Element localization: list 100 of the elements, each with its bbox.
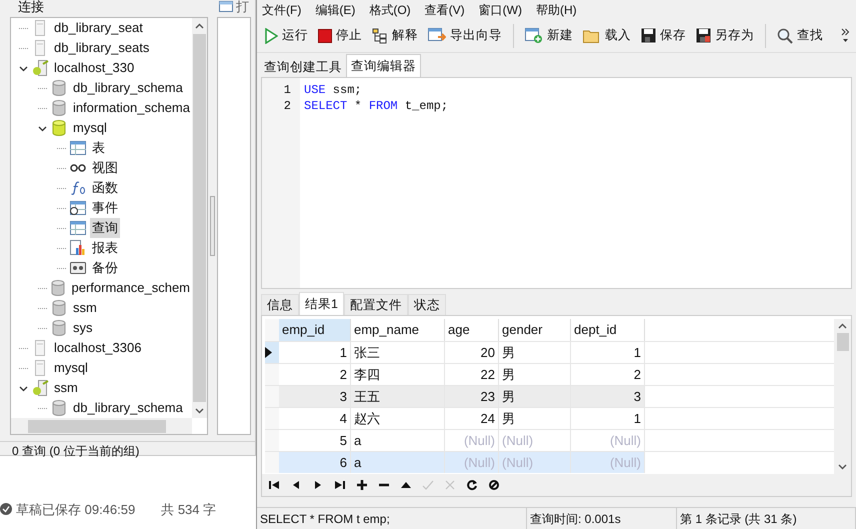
line-number: 2 [282,98,292,114]
table-cell: 张三 [351,342,445,363]
query-icon [70,221,86,235]
report-icon [70,240,86,256]
tree-item[interactable]: localhost_3306 [52,338,144,358]
menu-item[interactable]: 查看(V) [424,0,465,18]
last-record-icon[interactable] [334,479,346,492]
table-cell: 4 [279,408,351,429]
database-icon [52,300,66,316]
tree-item[interactable]: 表 [90,138,107,158]
vertical-scrollbar[interactable] [834,319,851,474]
tree-item[interactable]: db_library_seats [52,38,152,58]
tree-item[interactable]: 视图 [90,158,120,178]
table-cell: 23 [445,386,499,407]
toolbar-button[interactable]: 停止 [317,24,363,48]
new-table-icon [525,28,543,44]
table-cell: 男 [499,364,571,385]
tree-item[interactable]: localhost_330 [52,58,136,78]
server-icon [35,40,45,56]
toolbar-button[interactable]: 载入 [582,24,632,48]
tree-item[interactable]: ssm [52,378,80,398]
table-cell: 男 [499,342,571,363]
tab[interactable]: 信息 [261,294,299,315]
table-cell: 王五 [351,386,445,407]
tree-diagram-icon [372,28,388,44]
scroll-down-icon[interactable] [195,408,204,414]
tab[interactable]: 配置文件 [344,294,408,315]
scroll-down-icon[interactable] [838,464,847,470]
toolbar-button[interactable]: 导出向导 [427,24,503,48]
menu-item[interactable]: 帮助(H) [536,0,577,18]
server-icon [31,60,49,76]
tree-item[interactable]: ssm [71,298,99,318]
menu-item[interactable]: 文件(F) [262,0,302,18]
tab[interactable]: 结果1 [299,292,344,315]
database-icon [52,120,66,136]
table-row[interactable]: 3 王五 23 男 3 [279,386,645,407]
current-row-icon [265,347,272,358]
tree-item[interactable]: information_schema [70,98,192,118]
status-text: 第 1 条记录 (共 31 条) [677,508,856,529]
tree-item[interactable]: sys [71,318,94,338]
stop-icon [318,28,332,42]
menu-item[interactable]: 窗口(W) [478,0,522,18]
database-icon [52,400,66,416]
toolbar-button[interactable]: 运行 [263,24,309,48]
tree-item[interactable]: 报表 [90,238,120,258]
toolbar-button[interactable]: 查找 [776,24,824,48]
horizontal-scrollbar[interactable] [11,418,192,434]
column-header[interactable]: emp_id [279,319,351,341]
scroll-up-icon[interactable] [195,22,204,28]
tree-item[interactable]: db_library_schema [71,398,185,418]
tree-item[interactable]: 函数 [90,178,120,198]
tree-item[interactable]: 事件 [90,198,120,218]
scrollbar-thumb[interactable] [193,34,206,402]
tree-item[interactable]: 备份 [90,258,120,278]
refresh-icon[interactable] [466,479,478,492]
collapse-icon[interactable] [38,124,47,132]
tree-item[interactable]: performance_schem [70,278,192,298]
splitter-handle[interactable] [210,196,215,256]
row-header[interactable] [265,342,279,363]
table-cell: 2 [279,364,351,385]
header-corner [265,319,279,341]
toolbar-button[interactable]: 另存为 [695,24,755,48]
collapse-icon[interactable] [19,64,28,72]
status-text: 0 查询 (0 位于当前的组) [12,443,140,460]
table-cell: 1 [571,342,645,363]
table-cell: 1 [279,342,351,363]
collapse-icon[interactable] [19,384,28,392]
glasses-icon [70,164,86,172]
scroll-up-icon[interactable] [838,323,847,329]
server-icon [35,360,45,376]
toolbar-overflow-icon[interactable] [841,28,850,44]
tree-item[interactable]: mysql [71,118,109,138]
tab[interactable]: 状态 [408,294,446,315]
tree-item[interactable]: db_library_schema [71,78,185,98]
tree-item[interactable]: 查询 [90,218,120,238]
tree-item[interactable]: db_library_seat [52,18,145,38]
database-icon [52,320,66,336]
stop-icon[interactable] [488,479,500,492]
table-cell: 男 [499,386,571,407]
table-icon [70,141,86,155]
tree-item[interactable]: mysql [52,358,90,378]
toolbar-button[interactable]: 保存 [640,24,687,48]
menu-item[interactable]: 格式(O) [369,0,411,18]
table-cell: 李四 [351,364,445,385]
vertical-scrollbar[interactable] [192,18,207,418]
database-icon [52,80,66,96]
tab[interactable]: 查询创建工具 [260,57,346,77]
tab-label[interactable]: 打 [236,0,249,13]
status-text: 查询时间: 0.001s [527,508,677,529]
tab[interactable]: 查询编辑器 [346,54,421,77]
export-icon [428,28,446,44]
first-record-icon[interactable] [268,479,280,492]
toolbar-button[interactable]: 解释 [371,24,419,48]
plus-icon[interactable] [356,479,368,492]
play-icon [264,28,278,44]
table-cell: 3 [279,386,351,407]
scrollbar-thumb[interactable] [836,333,848,351]
toolbar-button[interactable]: 新建 [524,24,574,48]
table-cell: (Null) [571,430,645,451]
menu-item[interactable]: 编辑(E) [315,0,356,18]
